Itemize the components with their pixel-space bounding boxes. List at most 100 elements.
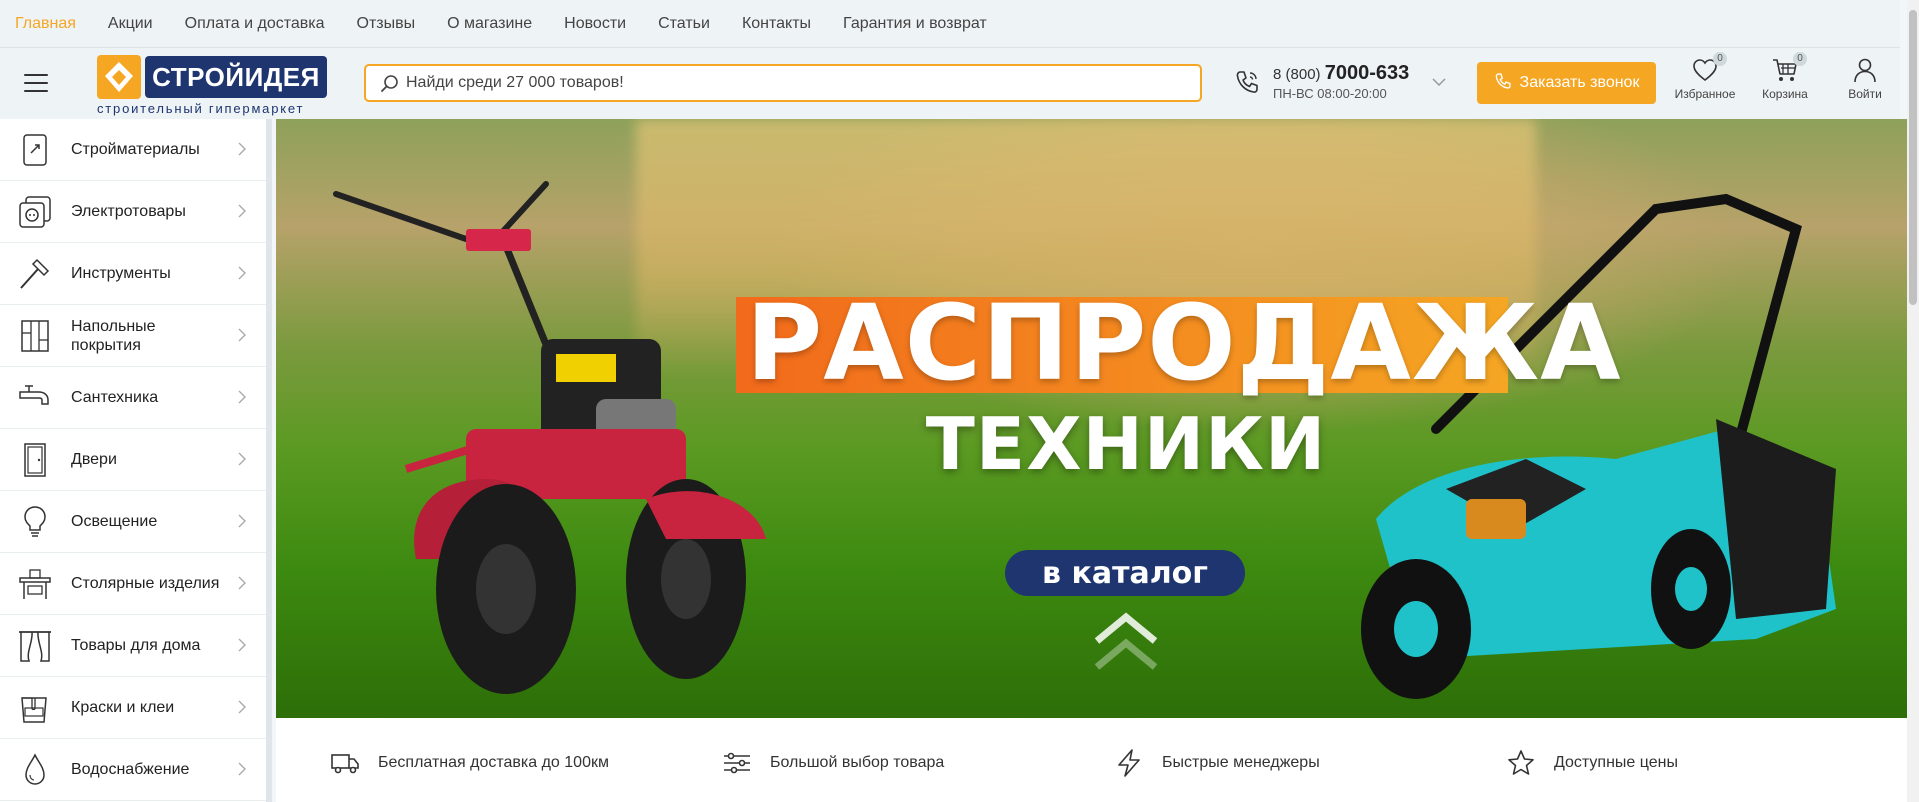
callback-label: Заказать звонок [1519,74,1640,91]
banner-subtitle: ТЕХНИКИ [925,402,1327,486]
sidebar-item-paints[interactable]: Краски и клеи [0,677,267,739]
feature-label: Большой выбор товара [770,754,945,771]
chevron-right-icon [237,203,247,219]
phone-block[interactable]: 8 (800) 7000-633 ПН-ВС 08:00-20:00 [1273,62,1409,101]
feature-label: Быстрые менеджеры [1162,754,1320,771]
login-label: Войти [1848,87,1882,101]
logo-name: СТРОЙИДЕЯ [145,56,327,98]
sidebar-item-label: Сантехника [71,389,159,406]
sidebar-item-label: Краски и клеи [71,699,175,716]
heart-icon: 0 [1691,52,1727,84]
search-icon[interactable] [374,66,406,100]
sidebar-item-plumbing[interactable]: Сантехника [0,367,267,429]
faucet-icon [17,380,53,416]
sliders-icon [722,748,752,778]
sidebar-item-lighting[interactable]: Освещение [0,491,267,553]
paint-bucket-icon [17,690,53,726]
lightning-icon [1114,748,1144,778]
menu-burger-icon[interactable] [24,74,48,92]
phone-number[interactable]: 7000-633 [1325,62,1410,84]
promo-banner[interactable]: РАСПРОДАЖА ТЕХНИКИ в каталог [276,119,1907,718]
curtains-icon [17,628,53,664]
user-icon [1851,56,1879,84]
logo-tagline: строительный гипермаркет [97,101,305,116]
table-icon [17,566,53,602]
chevron-right-icon [237,513,247,529]
nav-link-reviews[interactable]: Отзывы [357,15,416,33]
site-header: СТРОЙИДЕЯ строительный гипермаркет 8 (80… [0,47,1900,119]
sidebar-item-building-materials[interactable]: Стройматериалы [0,119,267,181]
phone-icon [1234,69,1260,95]
page-scrollbar-thumb[interactable] [1909,10,1917,305]
logo-mark-icon [97,55,141,99]
door-icon [17,442,53,478]
sidebar-item-flooring[interactable]: Напольные покрытия [0,305,267,367]
chevron-right-icon [237,389,247,405]
truck-icon [330,748,360,778]
catalog-sidebar: Стройматериалы Электротовары Инструменты… [0,119,268,802]
sidebar-scrollbar[interactable] [266,119,272,802]
chevron-right-icon [237,141,247,157]
sidebar-item-label: Товары для дома [71,637,201,654]
sidebar-item-doors[interactable]: Двери [0,429,267,491]
login-button[interactable]: Войти [1830,56,1900,112]
chevron-right-icon [237,327,247,343]
features-strip: Бесплатная доставка до 100км Большой выб… [276,718,1907,802]
sidebar-item-label: Столярные изделия [71,575,220,592]
nav-link-warranty[interactable]: Гарантия и возврат [843,15,987,33]
water-drop-icon [17,752,53,788]
sidebar-item-tools[interactable]: Инструменты [0,243,267,305]
sidebar-item-home-goods[interactable]: Товары для дома [0,615,267,677]
nav-link-about[interactable]: О магазине [447,15,532,33]
callback-button[interactable]: Заказать звонок [1477,62,1656,104]
double-chevron-up-icon [1094,612,1158,670]
sidebar-item-label: Стройматериалы [71,141,200,158]
nav-link-contacts[interactable]: Контакты [742,15,811,33]
sidebar-item-joinery[interactable]: Столярные изделия [0,553,267,615]
favorites-button[interactable]: 0 Избранное [1670,52,1740,112]
chevron-right-icon [237,761,247,777]
sidebar-item-electrical[interactable]: Электротовары [0,181,267,243]
favorites-label: Избранное [1674,87,1736,101]
page-scrollbar[interactable] [1907,0,1919,802]
hammer-icon [17,256,53,292]
site-logo[interactable]: СТРОЙИДЕЯ строительный гипермаркет [97,55,329,116]
socket-icon [17,194,53,230]
cart-count-badge: 0 [1793,52,1807,66]
banner-title: РАСПРОДАЖА [746,282,1622,404]
feature-label: Бесплатная доставка до 100км [378,754,609,771]
sidebar-item-label: Двери [71,451,117,468]
feature-fast-managers: Быстрые менеджеры [1114,748,1320,778]
favorites-count-badge: 0 [1713,52,1727,66]
star-icon [1506,748,1536,778]
search-input[interactable] [406,68,1200,98]
nav-link-news[interactable]: Новости [564,15,626,33]
sidebar-item-label: Электротовары [71,203,186,220]
feature-affordable-prices: Доступные цены [1506,748,1678,778]
to-catalog-button[interactable]: в каталог [1005,550,1245,596]
sidebar-item-label: Инструменты [71,265,171,282]
chevron-right-icon [237,637,247,653]
cart-button[interactable]: 0 Корзина [1750,52,1820,112]
chevron-right-icon [237,265,247,281]
sidebar-item-water-supply[interactable]: Водоснабжение [0,739,267,801]
feature-wide-selection: Большой выбор товара [722,748,944,778]
building-materials-icon [17,132,53,168]
tiller-image [333,181,766,694]
chevron-down-icon[interactable] [1431,74,1447,87]
chevron-right-icon [237,575,247,591]
cart-icon: 0 [1771,52,1807,84]
nav-link-promotions[interactable]: Акции [108,15,153,33]
feature-free-delivery: Бесплатная доставка до 100км [330,748,609,778]
sidebar-item-label: Водоснабжение [71,761,190,778]
phone-hours: ПН-ВС 08:00-20:00 [1273,86,1387,101]
nav-link-home[interactable]: Главная [15,15,76,33]
flooring-icon [17,318,53,354]
cart-label: Корзина [1762,87,1808,101]
feature-label: Доступные цены [1554,754,1678,771]
search-bar [364,64,1202,102]
chevron-right-icon [237,451,247,467]
nav-link-articles[interactable]: Статьи [658,15,710,33]
nav-link-payment-delivery[interactable]: Оплата и доставка [185,15,325,33]
sidebar-item-label: Напольные покрытия [71,317,156,354]
